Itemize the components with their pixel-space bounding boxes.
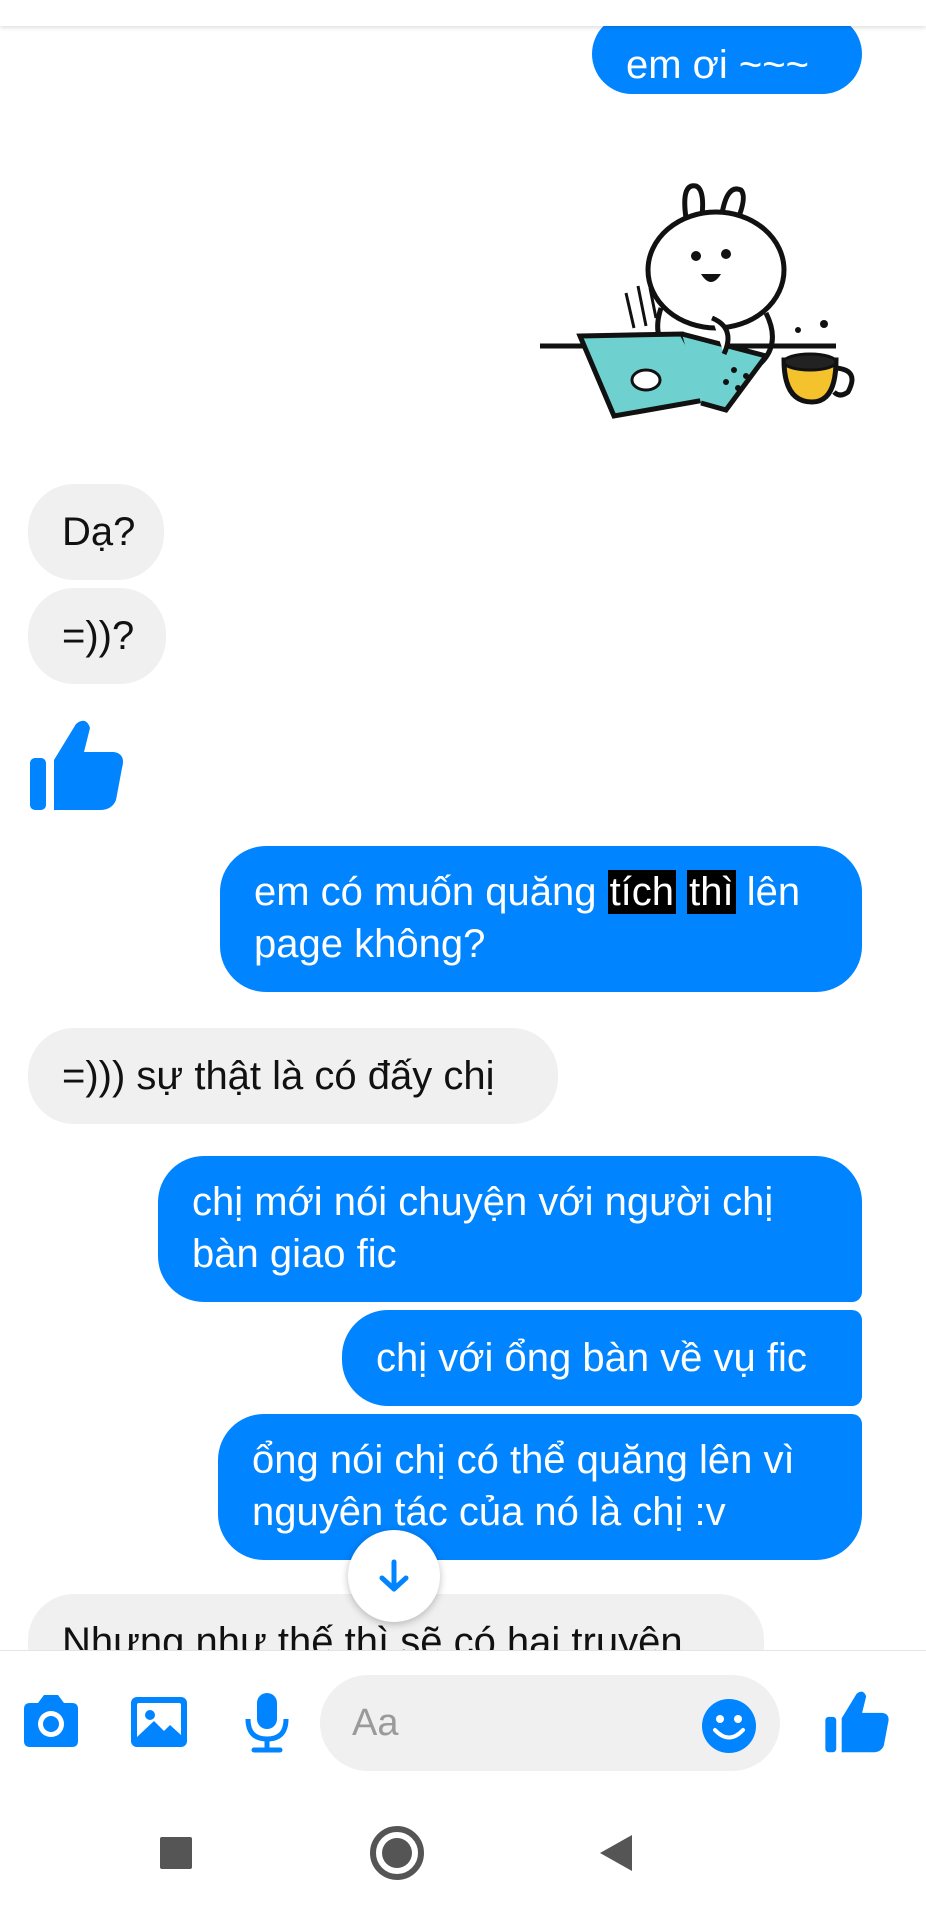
message-text: em ơi ~~~ xyxy=(626,43,809,87)
recents-icon[interactable] xyxy=(146,1823,206,1883)
message-text: =))) sự thật là có đấy chị xyxy=(62,1054,495,1098)
message-text: =))? xyxy=(62,614,135,658)
top-edge xyxy=(0,0,926,26)
scroll-to-bottom-button[interactable] xyxy=(348,1530,440,1622)
rabbit-sticker[interactable] xyxy=(536,178,866,438)
message-text: chị mới nói chuyện với người chị xyxy=(192,1180,774,1224)
message-text: bàn giao fic xyxy=(192,1232,397,1276)
message-text: Dạ? xyxy=(62,510,136,554)
input-placeholder: Aa xyxy=(352,1702,399,1744)
back-icon[interactable] xyxy=(588,1823,648,1883)
image-icon[interactable] xyxy=(126,1689,192,1755)
message-text: page không? xyxy=(254,922,486,966)
message-composer: Aa xyxy=(0,1650,926,1793)
message-outgoing[interactable]: chị với ổng bàn về vụ fic xyxy=(342,1310,862,1406)
camera-icon[interactable] xyxy=(18,1689,84,1755)
highlighted-text: tích xyxy=(607,870,677,914)
home-icon[interactable] xyxy=(364,1820,430,1886)
message-incoming[interactable]: =))) sự thật là có đấy chị xyxy=(28,1028,558,1124)
message-incoming[interactable]: Dạ? xyxy=(28,484,164,580)
message-text: ổng nói chị có thể quăng lên vì xyxy=(252,1438,795,1482)
message-list[interactable]: em ơi ~~~ Dạ? =))? em có muốn quăng tích… xyxy=(0,0,926,1650)
message-text: nguyên tác của nó là chị :v xyxy=(252,1490,726,1534)
message-line: em có muốn quăng tích thì lên xyxy=(254,866,828,918)
message-outgoing[interactable]: ổng nói chị có thể quăng lên vì nguyên t… xyxy=(218,1414,862,1560)
arrow-down-icon xyxy=(379,1559,409,1592)
microphone-icon[interactable] xyxy=(234,1689,300,1755)
message-text: Nhưng như thế thì sẽ có hai truyện xyxy=(62,1620,683,1650)
message-outgoing[interactable]: em ơi ~~~ xyxy=(592,14,862,94)
thumbs-up-icon[interactable] xyxy=(824,1687,892,1755)
message-text: chị với ổng bàn về vụ fic xyxy=(376,1336,807,1380)
system-navigation-bar xyxy=(0,1792,926,1921)
thumbs-up-icon[interactable] xyxy=(28,714,128,814)
highlighted-text: thì xyxy=(687,870,736,914)
message-text: em có muốn quăng xyxy=(254,870,608,914)
message-incoming[interactable]: =))? xyxy=(28,588,166,684)
message-text: lên xyxy=(735,870,801,914)
emoji-icon[interactable] xyxy=(700,1697,758,1755)
message-outgoing[interactable]: chị mới nói chuyện với người chị bàn gia… xyxy=(158,1156,862,1302)
message-outgoing[interactable]: em có muốn quăng tích thì lên page không… xyxy=(220,846,862,992)
